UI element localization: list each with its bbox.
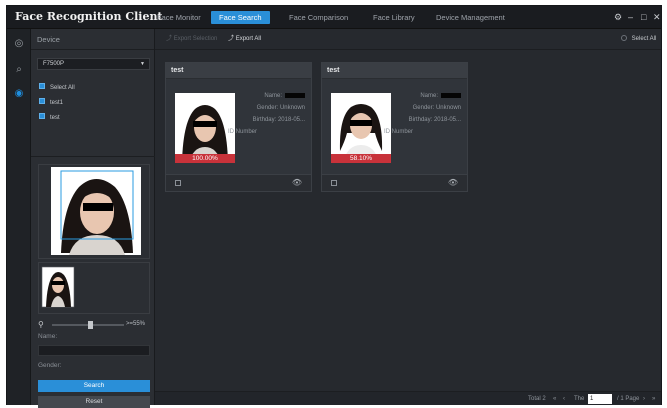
tab-face-library[interactable]: Face Library bbox=[365, 11, 423, 24]
tree-item-test1[interactable]: test1 bbox=[39, 98, 63, 108]
redacted-name bbox=[285, 92, 305, 98]
view-details-icon[interactable]: 👁 bbox=[292, 178, 302, 187]
device-name: F7500P bbox=[43, 61, 65, 67]
page-number-input[interactable]: 1 bbox=[588, 394, 612, 404]
export-icon: ⤴ bbox=[228, 36, 235, 42]
select-all-toggle[interactable]: Select All bbox=[621, 35, 656, 44]
face-search-icon[interactable]: ◉ bbox=[12, 87, 26, 101]
settings-icon[interactable]: ⚙ bbox=[614, 12, 622, 22]
tree-item-select-all[interactable]: Select All bbox=[39, 83, 75, 93]
card-checkbox[interactable] bbox=[331, 180, 337, 186]
export-selection-label: Export Selection bbox=[173, 36, 218, 42]
face-thumbnail[interactable] bbox=[39, 263, 149, 313]
checkbox-icon[interactable] bbox=[39, 113, 45, 120]
tree-item-label: Select All bbox=[50, 85, 75, 91]
face-photo bbox=[175, 93, 235, 163]
card-gender: Gender: Unknown bbox=[412, 105, 461, 111]
gender-label: Gender: bbox=[38, 362, 62, 369]
pagination-bar: Total 2 « ‹ The 1 / 1 Page › » bbox=[155, 391, 661, 405]
close-icon[interactable]: ✕ bbox=[653, 12, 661, 22]
face-thumbnail-strip bbox=[38, 262, 150, 314]
card-birthday: Birthday: 2018-05... bbox=[252, 117, 305, 123]
tree-item-label: test1 bbox=[50, 100, 64, 106]
app-window: Face Recognition Client Face Monitor Fac… bbox=[6, 5, 662, 408]
tab-face-monitor[interactable]: Face Monitor bbox=[149, 11, 209, 24]
page-count: / 1 Page bbox=[617, 396, 640, 402]
face-capture-icon[interactable]: ◎ bbox=[12, 37, 26, 51]
search-list-icon[interactable]: ⌕ bbox=[12, 63, 26, 77]
slider-handle[interactable] bbox=[88, 321, 93, 329]
export-icon: ⤴ bbox=[166, 36, 173, 42]
prev-page-button[interactable]: ‹ bbox=[563, 395, 565, 403]
search-button[interactable]: Search bbox=[38, 380, 150, 392]
results-toolbar: ⤴ Export Selection ⤴ Export All Select A… bbox=[155, 29, 661, 50]
result-card[interactable]: test 100.00% Name: Gender: Unknown Birth… bbox=[165, 62, 312, 192]
checkbox-icon[interactable] bbox=[39, 98, 45, 105]
chevron-down-icon: ▼ bbox=[140, 61, 145, 67]
card-id-number: ID Number bbox=[228, 129, 258, 135]
export-selection-button[interactable]: ⤴ Export Selection bbox=[166, 35, 217, 44]
next-page-button[interactable]: › bbox=[643, 395, 645, 403]
card-name-row: Name: bbox=[264, 92, 305, 100]
similarity-value: >=55% bbox=[126, 321, 146, 327]
nav-rail: ◎ ⌕ ◉ bbox=[7, 29, 31, 405]
tab-device-management[interactable]: Device Management bbox=[428, 11, 513, 24]
redacted-name bbox=[441, 92, 461, 98]
face-photo bbox=[51, 167, 141, 255]
title-bar: Face Recognition Client Face Monitor Fac… bbox=[7, 6, 661, 29]
tree-item-label: test bbox=[50, 115, 60, 121]
face-photo bbox=[331, 93, 391, 163]
card-footer: 👁 bbox=[166, 174, 311, 191]
first-page-button[interactable]: « bbox=[553, 395, 556, 403]
maximize-icon[interactable]: □ bbox=[641, 12, 646, 22]
checkbox-icon[interactable] bbox=[39, 83, 45, 90]
view-details-icon[interactable]: 👁 bbox=[448, 178, 458, 187]
export-all-label: Export All bbox=[235, 36, 262, 42]
page-prefix: The bbox=[574, 396, 585, 402]
total-count: Total 2 bbox=[528, 396, 546, 402]
result-card[interactable]: test 58.10% Name: Gender: Unknown Birthd… bbox=[321, 62, 468, 192]
similarity-row: ⚲ >=55% bbox=[38, 320, 153, 330]
card-title: test bbox=[322, 63, 467, 79]
device-tree: Select All test1 test bbox=[31, 75, 155, 157]
result-face-photo[interactable]: 58.10% bbox=[331, 93, 391, 163]
card-id-number: ID Number bbox=[384, 129, 414, 135]
results-panel: ⤴ Export Selection ⤴ Export All Select A… bbox=[155, 29, 661, 405]
minimize-icon[interactable]: – bbox=[628, 12, 633, 22]
card-footer: 👁 bbox=[322, 174, 467, 191]
card-gender: Gender: Unknown bbox=[256, 105, 305, 111]
card-birthday: Birthday: 2018-05... bbox=[408, 117, 461, 123]
last-page-button[interactable]: » bbox=[652, 395, 655, 403]
upload-preview[interactable] bbox=[38, 164, 150, 259]
tree-item-test[interactable]: test bbox=[39, 113, 60, 123]
card-name-label: Name: bbox=[264, 93, 282, 99]
export-all-button[interactable]: ⤴ Export All bbox=[228, 35, 261, 44]
tab-face-search[interactable]: Face Search bbox=[211, 11, 270, 24]
card-name-row: Name: bbox=[420, 92, 461, 100]
select-all-checkbox-icon[interactable] bbox=[621, 35, 627, 42]
card-checkbox[interactable] bbox=[175, 180, 181, 186]
search-sidebar: Device F7500P ▼ Select All test1 test ⚲ … bbox=[31, 29, 155, 408]
select-all-label: Select All bbox=[631, 36, 657, 42]
reset-button[interactable]: Reset bbox=[38, 396, 150, 408]
similarity-score: 58.10% bbox=[331, 154, 391, 163]
result-face-photo[interactable]: 100.00% bbox=[175, 93, 235, 163]
card-title: test bbox=[166, 63, 311, 79]
name-input[interactable] bbox=[38, 345, 150, 356]
card-name-label: Name: bbox=[420, 93, 438, 99]
app-title: Face Recognition Client bbox=[15, 10, 163, 23]
name-label: Name: bbox=[38, 333, 58, 340]
device-select[interactable]: F7500P ▼ bbox=[37, 58, 150, 70]
tab-face-comparison[interactable]: Face Comparison bbox=[281, 11, 356, 24]
face-similarity-icon: ⚲ bbox=[38, 320, 44, 329]
device-heading: Device bbox=[31, 29, 154, 50]
similarity-score: 100.00% bbox=[175, 154, 235, 163]
